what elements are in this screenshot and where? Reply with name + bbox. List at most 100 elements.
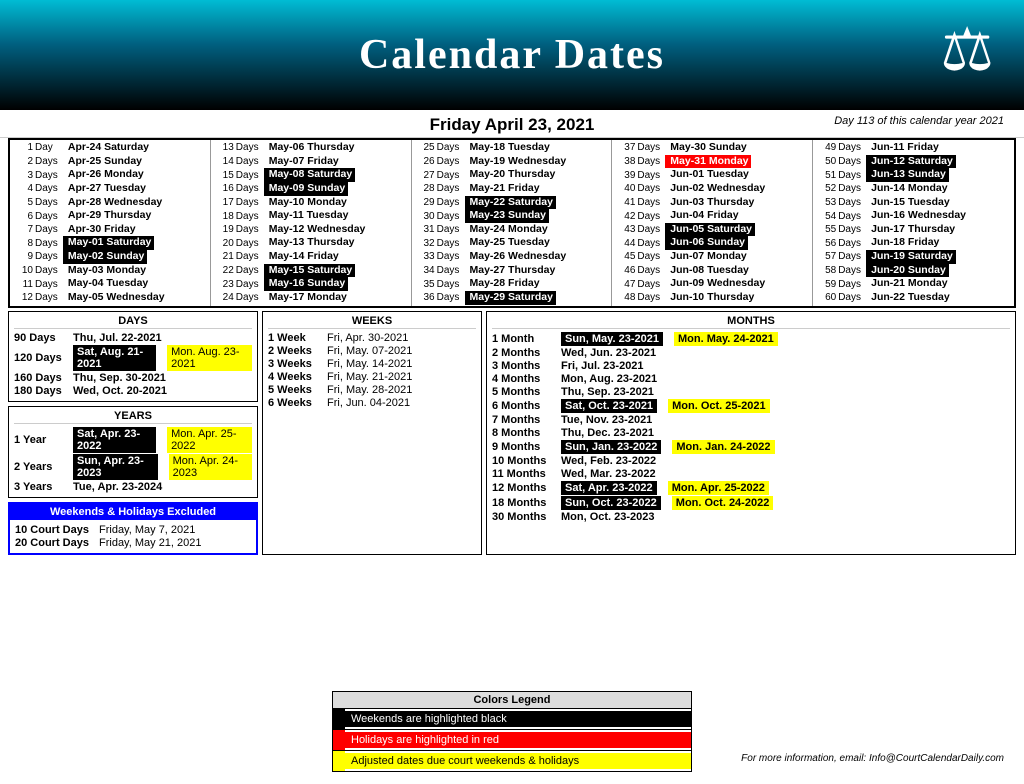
entry-num: 58 bbox=[816, 264, 836, 277]
months-adj: Mon. Oct. 24-2022 bbox=[672, 496, 774, 510]
years-num: 1 Year bbox=[14, 434, 69, 446]
entry-label: Days bbox=[836, 155, 866, 168]
table-row: 52Days Jun-14 Monday bbox=[816, 182, 1011, 196]
cal-column-3: 25Days May-18 Tuesday 26Days May-19 Wedn… bbox=[412, 140, 613, 306]
table-row: 29Days May-22 Saturday bbox=[415, 196, 609, 210]
table-row: 42Days Jun-04 Friday bbox=[615, 209, 809, 223]
table-row: 59Days Jun-21 Monday bbox=[816, 277, 1011, 291]
entry-date: May-02 Sunday bbox=[63, 250, 147, 264]
legend-swatch bbox=[333, 730, 345, 750]
entry-num: 44 bbox=[615, 237, 635, 250]
list-item: 7 MonthsTue, Nov. 23-2021 bbox=[492, 414, 1010, 426]
entry-label: Days bbox=[635, 278, 665, 291]
days-date: Thu, Sep. 30-2021 bbox=[73, 372, 166, 384]
entry-date: May-06 Thursday bbox=[264, 141, 358, 155]
list-item: 160 DaysThu, Sep. 30-2021 bbox=[14, 372, 252, 384]
page-wrapper: Calendar Dates ⚖ Friday April 23, 2021 D… bbox=[0, 0, 1024, 784]
entry-num: 49 bbox=[816, 141, 836, 154]
list-item: 5 MonthsThu, Sep. 23-2021 bbox=[492, 386, 1010, 398]
table-row: 7Days Apr-30 Friday bbox=[13, 223, 207, 237]
entry-num: 47 bbox=[615, 278, 635, 291]
months-date: Sat, Oct. 23-2021 bbox=[561, 399, 657, 413]
table-row: 53Days Jun-15 Tuesday bbox=[816, 196, 1011, 210]
entry-num: 55 bbox=[816, 223, 836, 236]
legend-text: Adjusted dates due court weekends & holi… bbox=[345, 753, 691, 769]
table-row: 1Day Apr-24 Saturday bbox=[13, 141, 207, 155]
days-num: 180 Days bbox=[14, 385, 69, 397]
entry-label: Days bbox=[234, 210, 264, 223]
entry-date: Jun-08 Tuesday bbox=[665, 264, 751, 278]
entry-label: Days bbox=[234, 141, 264, 154]
list-item: 9 MonthsSun, Jan. 23-2022 Mon. Jan. 24-2… bbox=[492, 440, 1010, 454]
months-date: Mon, Aug. 23-2021 bbox=[561, 373, 657, 385]
entry-num: 37 bbox=[615, 141, 635, 154]
entry-label: Days bbox=[234, 223, 264, 236]
list-item: 180 Days Wed, Oct. 20-2021 bbox=[14, 385, 252, 397]
years-section: YEARS 1 YearSat, Apr. 23-2022 Mon. Apr. … bbox=[8, 406, 258, 498]
entry-num: 35 bbox=[415, 278, 435, 291]
entry-date: Jun-12 Saturday bbox=[866, 155, 956, 169]
entry-num: 34 bbox=[415, 264, 435, 277]
table-row: 36Days May-29 Saturday bbox=[415, 291, 609, 305]
entry-num: 42 bbox=[615, 210, 635, 223]
legend-text: Weekends are highlighted black bbox=[345, 711, 691, 727]
entry-date: Jun-07 Monday bbox=[665, 250, 749, 264]
entry-date: Jun-01 Tuesday bbox=[665, 168, 751, 182]
weeks-rows: 1 WeekFri, Apr. 30-20212 WeeksFri, May. … bbox=[268, 332, 476, 409]
entry-num: 48 bbox=[615, 291, 635, 304]
months-adj: Mon. May. 24-2021 bbox=[674, 332, 778, 346]
entry-date: May-15 Saturday bbox=[264, 264, 355, 278]
entry-date: May-19 Wednesday bbox=[465, 155, 570, 169]
entry-date: May-08 Saturday bbox=[264, 168, 355, 182]
list-item: 10 Court DaysFriday, May 7, 2021 bbox=[15, 524, 251, 536]
entry-label: Days bbox=[435, 182, 465, 195]
years-adj: Mon. Apr. 25-2022 bbox=[167, 427, 252, 453]
entry-label: Days bbox=[635, 182, 665, 195]
entry-label: Days bbox=[435, 291, 465, 304]
months-date: Wed, Mar. 23-2022 bbox=[561, 468, 656, 480]
months-adj: Mon. Jan. 24-2022 bbox=[672, 440, 774, 454]
table-row: 4Days Apr-27 Tuesday bbox=[13, 182, 207, 196]
days-section: DAYS 90 DaysThu, Jul. 22-2021120 DaysSat… bbox=[8, 311, 258, 402]
entry-num: 45 bbox=[615, 250, 635, 263]
months-num: 4 Months bbox=[492, 373, 557, 385]
days-date: Thu, Jul. 22-2021 bbox=[73, 332, 162, 344]
table-row: 8Days May-01 Saturday bbox=[13, 236, 207, 250]
table-row: 22Days May-15 Saturday bbox=[214, 264, 408, 278]
years-num: 2 Years bbox=[14, 461, 69, 473]
day-of-year: Day 113 of this calendar year 2021 bbox=[834, 115, 1004, 127]
legend-area: Colors Legend Weekends are highlighted b… bbox=[332, 691, 692, 772]
entry-num: 1 bbox=[13, 141, 33, 154]
months-title: MONTHS bbox=[492, 315, 1010, 329]
months-adj: Mon. Oct. 25-2021 bbox=[668, 399, 770, 413]
weeks-section: WEEKS 1 WeekFri, Apr. 30-20212 WeeksFri,… bbox=[262, 311, 482, 555]
entry-num: 19 bbox=[214, 223, 234, 236]
entry-num: 57 bbox=[816, 250, 836, 263]
table-row: 26Days May-19 Wednesday bbox=[415, 155, 609, 169]
court-section: Weekends & Holidays Excluded 10 Court Da… bbox=[8, 502, 258, 555]
entry-date: May-16 Sunday bbox=[264, 277, 348, 291]
entry-label: Days bbox=[836, 196, 866, 209]
entry-label: Days bbox=[435, 210, 465, 223]
app-title: Calendar Dates bbox=[359, 31, 665, 79]
entry-num: 5 bbox=[13, 196, 33, 209]
entry-num: 60 bbox=[816, 291, 836, 304]
entry-label: Days bbox=[435, 223, 465, 236]
entry-label: Days bbox=[836, 291, 866, 304]
entry-date: Jun-02 Wednesday bbox=[665, 182, 768, 196]
entry-date: May-13 Thursday bbox=[264, 236, 358, 250]
entry-date: Apr-30 Friday bbox=[63, 223, 139, 237]
table-row: 28Days May-21 Friday bbox=[415, 182, 609, 196]
months-rows: 1 MonthSun, May. 23-2021 Mon. May. 24-20… bbox=[492, 332, 1010, 523]
list-item: 4 WeeksFri, May. 21-2021 bbox=[268, 371, 476, 383]
entry-num: 40 bbox=[615, 182, 635, 195]
weeks-num: 1 Week bbox=[268, 332, 323, 344]
entry-date: Jun-22 Tuesday bbox=[866, 291, 952, 305]
table-row: 11Days May-04 Tuesday bbox=[13, 277, 207, 291]
entry-date: Jun-15 Tuesday bbox=[866, 196, 952, 210]
months-adj: Mon. Apr. 25-2022 bbox=[668, 481, 769, 495]
entry-num: 24 bbox=[214, 291, 234, 304]
entry-num: 53 bbox=[816, 196, 836, 209]
days-date: Wed, Oct. 20-2021 bbox=[73, 385, 167, 397]
entry-date: May-23 Sunday bbox=[465, 209, 549, 223]
